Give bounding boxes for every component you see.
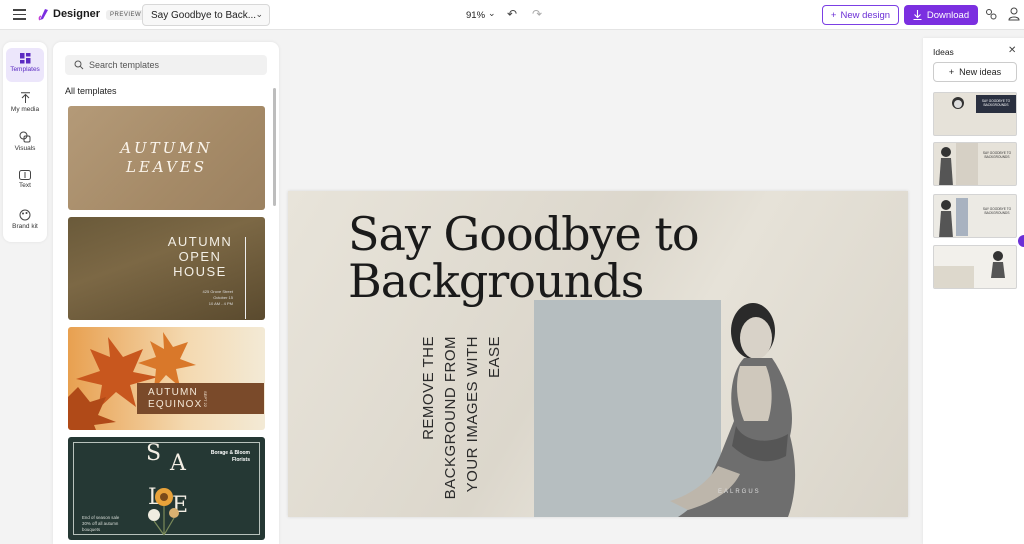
- idea-thumbnail[interactable]: SAY GOODBYE TO BACKGROUNDS: [933, 194, 1017, 238]
- new-design-button[interactable]: + New design: [822, 5, 899, 25]
- share-icon[interactable]: [985, 8, 997, 20]
- rail-item-my-media[interactable]: My media: [6, 87, 44, 121]
- template-card-autumn-equinox[interactable]: AUTUMN EQUINOX SEPT 22: [68, 327, 265, 430]
- headline[interactable]: Say Goodbye to Backgrounds: [348, 207, 700, 308]
- download-label: Download: [926, 9, 970, 21]
- vertical-text-line[interactable]: BACKGROUND FROM: [440, 336, 461, 499]
- rail-item-templates[interactable]: Templates: [6, 48, 44, 82]
- new-ideas-button[interactable]: + New ideas: [933, 62, 1017, 82]
- card-text: LEAVES: [125, 158, 208, 176]
- document-title-dropdown[interactable]: Say Goodbye to Back... ⌄: [142, 4, 270, 26]
- undo-icon[interactable]: ↶: [507, 7, 517, 21]
- download-button[interactable]: Download: [904, 5, 978, 25]
- plus-icon: +: [948, 67, 955, 77]
- search-input[interactable]: Search templates: [65, 55, 267, 75]
- card-footer-line: bouquets: [82, 527, 101, 532]
- redo-icon[interactable]: ↷: [532, 7, 542, 21]
- card-footer: End of season sale 30% off all autumn bo…: [82, 515, 119, 533]
- zoom-level[interactable]: 91%: [466, 10, 485, 21]
- idea-person-icon: [939, 200, 953, 237]
- chevron-down-icon[interactable]: ⌄: [488, 8, 496, 19]
- idea-person-icon: [952, 97, 964, 109]
- search-placeholder: Search templates: [89, 60, 160, 70]
- card-text: AUTUMN: [167, 234, 233, 249]
- card-text: AUTUMN: [120, 139, 213, 157]
- vertical-text-line[interactable]: REMOVE THE: [418, 336, 439, 440]
- panel-handle[interactable]: [1018, 235, 1024, 247]
- top-bar: Designer PREVIEW Say Goodbye to Back... …: [0, 0, 1024, 30]
- menu-icon[interactable]: [13, 9, 26, 20]
- card-text: HOUSE: [173, 264, 227, 279]
- maple-leaves-image: [68, 332, 196, 430]
- templates-panel: Search templates All templates AUTUMN LE…: [53, 42, 279, 544]
- card-vertical-text: SEPT 22: [203, 391, 208, 407]
- left-rail: Templates My media Visuals Text Brand ki…: [3, 42, 47, 242]
- idea-text: SAY GOODBYE TO BACKGROUNDS: [981, 99, 1011, 107]
- card-details: 425 Grove Street October 15 10 AM - 4 PM: [203, 289, 233, 307]
- rail-item-brand-kit[interactable]: Brand kit: [6, 204, 44, 238]
- close-icon[interactable]: ✕: [1008, 45, 1016, 56]
- divider: [245, 237, 246, 319]
- person-photo[interactable]: [648, 296, 828, 517]
- card-text: OPEN: [178, 249, 222, 264]
- idea-panel: [934, 266, 974, 288]
- idea-thumbnail[interactable]: [933, 245, 1017, 289]
- flower-bouquet-image: [148, 488, 179, 536]
- vertical-text-line[interactable]: EASE: [484, 336, 505, 378]
- download-icon: [913, 10, 922, 20]
- chevron-down-icon: ⌄: [255, 9, 263, 19]
- idea-blue-block: [956, 198, 968, 236]
- document-title: Say Goodbye to Back...: [151, 10, 257, 21]
- idea-text: SAY GOODBYE TO BACKGROUNDS: [982, 207, 1012, 215]
- idea-panel: [956, 143, 978, 185]
- rail-label-visuals: Visuals: [14, 145, 36, 152]
- account-icon[interactable]: [1008, 7, 1020, 21]
- new-ideas-label: New ideas: [959, 67, 1002, 77]
- rail-label-my-media: My media: [10, 106, 40, 113]
- designer-logo-icon: [38, 9, 48, 21]
- template-card-autumn-leaves[interactable]: AUTUMN LEAVES: [68, 106, 265, 210]
- idea-text: SAY GOODBYE TO BACKGROUNDS: [982, 151, 1012, 159]
- search-icon: [74, 60, 84, 70]
- headline-line: Backgrounds: [348, 254, 644, 308]
- app-name: Designer: [53, 8, 101, 20]
- card-text: AUTUMN: [148, 387, 198, 398]
- templates-icon: [19, 53, 30, 64]
- plus-icon: +: [830, 9, 837, 21]
- sale-letter: A: [170, 451, 186, 476]
- preview-badge: PREVIEW: [106, 10, 146, 20]
- headline-line: Say Goodbye to: [348, 207, 700, 261]
- card-text: EQUINOX: [148, 399, 203, 410]
- rail-label-templates: Templates: [10, 66, 40, 73]
- upload-icon: [20, 92, 30, 103]
- rail-item-visuals[interactable]: Visuals: [6, 126, 44, 160]
- card-detail-line: 10 AM - 4 PM: [208, 301, 233, 306]
- idea-person-icon: [991, 251, 1005, 278]
- vertical-text-line[interactable]: YOUR IMAGES WITH: [462, 336, 483, 492]
- card-brand-line: Borage & Bloom: [210, 450, 250, 456]
- rail-item-text[interactable]: Text: [6, 165, 44, 199]
- idea-person-icon: [939, 147, 953, 185]
- template-card-autumn-open-house[interactable]: AUTUMN OPEN HOUSE 425 Grove Street Octob…: [68, 217, 265, 320]
- card-brand: Borage & Bloom Florists: [211, 450, 250, 464]
- rail-label-brand-kit: Brand kit: [12, 223, 38, 230]
- new-design-label: New design: [840, 9, 891, 21]
- visuals-icon: [19, 131, 31, 143]
- sale-letter: S: [146, 441, 162, 466]
- ideas-title: Ideas: [933, 47, 954, 57]
- section-title: All templates: [65, 86, 117, 96]
- text-icon: [19, 170, 31, 180]
- scrollbar[interactable]: [273, 88, 276, 206]
- brand-kit-icon: [19, 209, 31, 221]
- design-canvas[interactable]: Say Goodbye to Backgrounds REMOVE THE BA…: [288, 191, 908, 517]
- watermark: EALRGUS: [718, 489, 761, 495]
- idea-thumbnail[interactable]: SAY GOODBYE TO BACKGROUNDS: [933, 92, 1017, 136]
- ideas-panel: Ideas ✕ + New ideas SAY GOODBYE TO BACKG…: [923, 38, 1024, 544]
- card-brand-line: Florists: [231, 457, 250, 463]
- rail-label-text: Text: [19, 182, 31, 189]
- template-card-sale[interactable]: S A L E Borage & Bloom Florists End of s…: [68, 437, 265, 540]
- idea-thumbnail[interactable]: SAY GOODBYE TO BACKGROUNDS: [933, 142, 1017, 186]
